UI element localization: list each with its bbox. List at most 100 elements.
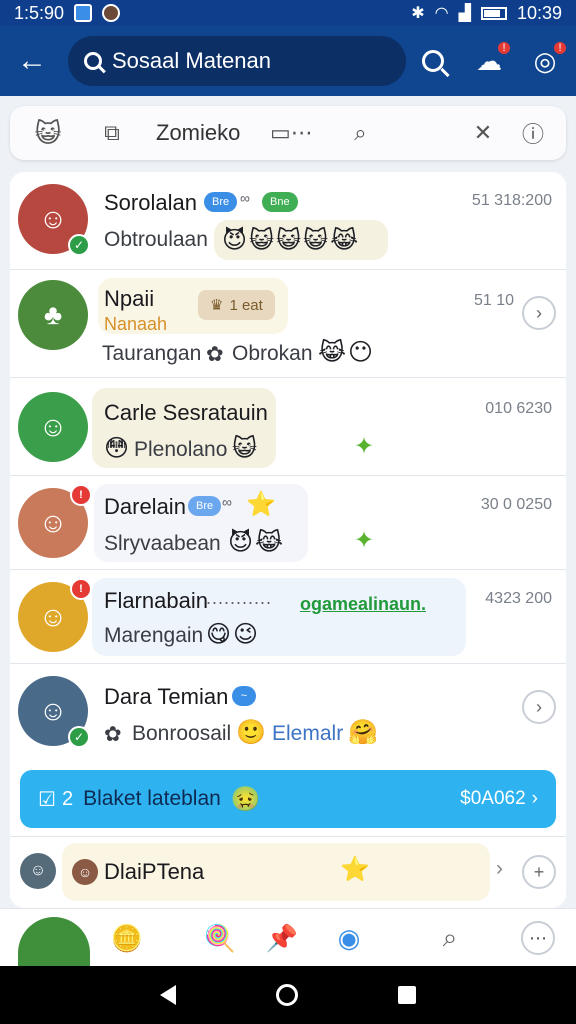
- chat-row[interactable]: ☺ ! Flarnabain ........... ogamealinaun.…: [10, 570, 566, 664]
- profile-badge: !: [552, 40, 568, 56]
- emoji-reactions: 😋😉: [206, 621, 261, 648]
- filter-tab-label: Zomieko: [156, 120, 241, 145]
- search-icon[interactable]: ⌕: [430, 919, 470, 957]
- chat-row[interactable]: ☺ ! Darelain Bre ∞ ⭐ 30 0 0250 Slryvaabe…: [10, 476, 566, 570]
- banner-count: 2: [61, 787, 74, 810]
- status-chip: Bre: [204, 192, 238, 212]
- profile-button[interactable]: ◎ !: [528, 40, 568, 78]
- info-icon[interactable]: ⓘ: [516, 117, 550, 149]
- status-time-left: 1:5:90: [14, 2, 65, 23]
- star-icon: ⭐: [246, 491, 278, 518]
- chat-link[interactable]: ogamealinaun.: [300, 594, 426, 615]
- system-nav-bar: [0, 966, 576, 1024]
- signal-icon: ▟: [458, 5, 471, 22]
- chat-message: Bonroosail: [132, 722, 232, 745]
- online-check-icon: ✓: [68, 726, 90, 748]
- banner-amount: $0A062: [460, 788, 526, 809]
- chat-message: Marengain: [104, 624, 204, 647]
- chat-time: 010 6230: [485, 400, 552, 417]
- tag-label: 1 eat: [229, 296, 263, 314]
- avatar-face-icon: ☺: [38, 507, 68, 538]
- app-notification-icon: [74, 4, 93, 22]
- chat-time: 51 318:200: [471, 192, 552, 209]
- chevron-right-icon[interactable]: ›: [496, 857, 503, 881]
- crown-icon: ♛: [210, 297, 224, 314]
- chat-message: Slryvaabean: [104, 532, 221, 555]
- emoji-reactions: 🤗: [348, 719, 380, 746]
- chat-name: Flarnabain: [104, 588, 208, 613]
- health-icon[interactable]: ◉: [322, 919, 376, 957]
- chevron-right-icon[interactable]: ›: [522, 296, 556, 330]
- emoji-reactions: 😺: [232, 435, 260, 462]
- sparkle-icon: ✦: [354, 433, 377, 460]
- chat-name: Sorolalan: [104, 190, 197, 215]
- lollipop-icon[interactable]: 🍭: [200, 919, 240, 957]
- chat-row[interactable]: ☺ Carle Sesratauin 010 6230 😳 Plenolano …: [10, 378, 566, 476]
- coins-icon[interactable]: 🪙: [100, 919, 154, 957]
- filter-tab[interactable]: Zomieko: [150, 120, 240, 146]
- notification-badge: !: [496, 40, 512, 56]
- back-arrow-icon[interactable]: ←: [14, 44, 50, 78]
- search-button[interactable]: [416, 44, 450, 78]
- emoji-filter-icon[interactable]: 😺: [26, 118, 70, 149]
- search-icon[interactable]: ⌕: [340, 120, 380, 146]
- status-time-right: 10:39: [516, 2, 562, 23]
- chat-time: 51 10: [473, 292, 514, 309]
- emoji-reactions: 😈😺😺😺😹: [222, 227, 361, 254]
- avatar-face-icon: ☺: [77, 864, 93, 880]
- filter-toolbar: 😺 ⧉ Zomieko ▭⋯ ⌕ ✕ ⓘ: [10, 106, 566, 160]
- nav-home-icon[interactable]: [276, 984, 298, 1006]
- chevron-right-icon[interactable]: ›: [522, 690, 556, 724]
- avatar-face-icon: ☺: [38, 601, 68, 632]
- avatar: ☺ !: [18, 578, 92, 652]
- search-input[interactable]: Sosaal Matenan: [68, 36, 406, 86]
- avatar: ☺: [20, 853, 56, 889]
- status-chip: Bne: [262, 192, 298, 212]
- chat-name: Npaii: [104, 286, 155, 311]
- pin-icon[interactable]: 📌: [262, 919, 302, 957]
- bluetooth-icon: ✱: [411, 5, 425, 22]
- more-button[interactable]: ⋯: [518, 919, 558, 957]
- puzzle-icon: ✿: [206, 343, 224, 366]
- emoji-reactions: 😹😶: [318, 339, 376, 366]
- avatar-mini-icon: 🙂: [236, 719, 268, 746]
- banner-label: Blaket lateblan: [83, 787, 221, 810]
- unread-badge: !: [70, 578, 92, 600]
- avatar: ☺: [18, 392, 88, 462]
- chat-message: Obtroulaan: [104, 228, 208, 251]
- more-icon: ⋯: [521, 921, 555, 955]
- message-icon[interactable]: ▭⋯: [264, 120, 318, 146]
- chat-row[interactable]: ☺ ✓ Dara Temian ~ › ✿ Bonroosail 🙂 Elema…: [10, 664, 566, 760]
- search-icon: [84, 52, 102, 70]
- chat-subname: Nanaah: [104, 314, 168, 334]
- close-icon[interactable]: ✕: [466, 120, 500, 146]
- puzzle-icon: ✿: [104, 723, 122, 746]
- chat-message-secondary: Elemalr: [272, 722, 344, 745]
- emoji-bubble: 😈😺😺😺😹: [214, 220, 388, 260]
- avatar-face-icon: ☺: [38, 203, 68, 234]
- emoji-icon: 🤢: [230, 785, 261, 813]
- chat-row[interactable]: ☺ ✓ Sorolalan Bre ∞ Bne 51 318:200 Obtro…: [10, 172, 566, 270]
- nav-back-icon[interactable]: [160, 985, 176, 1005]
- add-icon[interactable]: +: [522, 855, 556, 889]
- nav-recents-icon[interactable]: [398, 986, 416, 1004]
- chat-row[interactable]: ♣ Npaii Nanaah ♛ 1 eat 51 10 › Taurangan…: [10, 270, 566, 378]
- notifications-button[interactable]: ☁ !: [472, 40, 512, 78]
- wifi-icon: ◠: [434, 5, 449, 22]
- promo-banner[interactable]: ☑ 2 Blaket lateblan 🤢 $0A062 ›: [20, 770, 556, 828]
- sparkle-icon: ✦: [354, 527, 377, 554]
- chat-message: Taurangan: [102, 342, 202, 365]
- chat-message-secondary: Obrokan: [232, 342, 313, 365]
- chat-name: Dara Temian: [104, 684, 229, 709]
- search-input-text: Sosaal Matenan: [112, 48, 271, 73]
- camera-icon[interactable]: ⧉: [92, 120, 132, 146]
- status-bar: 1:5:90 ✱ ◠ ▟ 10:39: [0, 0, 576, 26]
- chat-row[interactable]: ☺ ☺ DlaiPTena ⭐ › +: [10, 836, 566, 908]
- avatar: ☺ !: [18, 484, 92, 558]
- chat-time: 4323 200: [485, 590, 552, 607]
- avatar: ☺ ✓: [18, 184, 90, 256]
- chip-separator: ∞: [222, 494, 233, 510]
- profile-avatar[interactable]: [18, 917, 90, 973]
- chat-message: Plenolano: [134, 438, 228, 461]
- status-chip: Bre: [188, 496, 222, 516]
